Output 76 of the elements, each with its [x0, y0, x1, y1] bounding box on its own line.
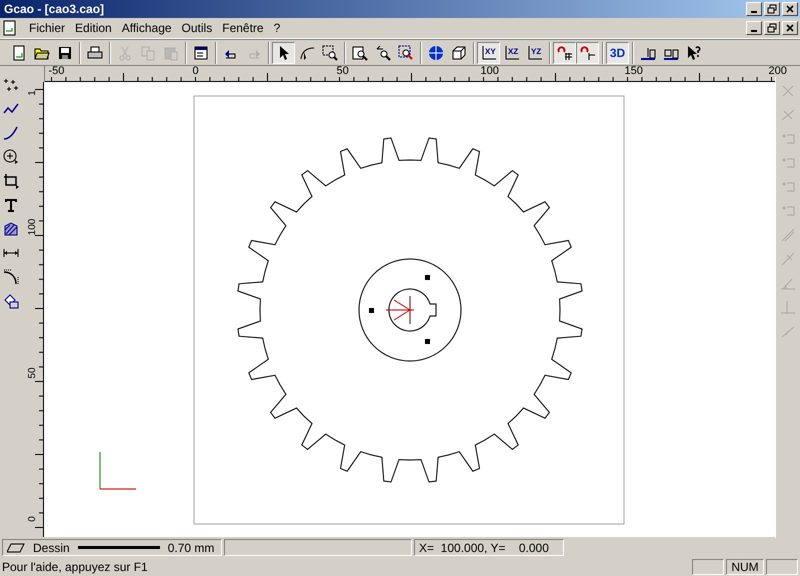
ruler-label: 0	[28, 515, 38, 524]
zoom-window-icon	[322, 44, 338, 60]
menu-item[interactable]: Affichage	[116, 21, 177, 35]
window-title: Gcao - [cao3.cao]	[4, 2, 106, 16]
axes-button[interactable]: XZ	[500, 42, 523, 64]
line-width: 0.70 mm	[168, 540, 214, 554]
close-icon	[785, 23, 795, 33]
help-text: Pour l'aide, appuyez sur F1	[2, 560, 149, 574]
minimize-button[interactable]	[746, 21, 762, 35]
constraint-icon	[780, 250, 796, 266]
ruler-label: 200	[768, 66, 787, 77]
ruler-label: 50	[28, 366, 38, 381]
globe-icon	[428, 44, 444, 60]
pointer-arrow-button[interactable]	[272, 42, 295, 64]
ruler-label: 100	[28, 218, 38, 238]
coordinates-readout: X= 100.000, Y= 0.000	[419, 540, 549, 554]
ruler-label: 1	[28, 89, 38, 98]
menu-item[interactable]: Fichier	[24, 21, 70, 35]
status-indicator: NUM	[726, 559, 764, 575]
magnet-point-button[interactable]	[576, 42, 599, 64]
constraint-icon	[780, 82, 796, 98]
ruler-label: -50	[48, 66, 64, 77]
circle-icon	[2, 148, 19, 164]
menu-item[interactable]: ?	[268, 21, 286, 35]
magnet-grid-button[interactable]	[553, 42, 576, 64]
close-button[interactable]	[782, 21, 798, 35]
3d-button[interactable]: 3D	[606, 42, 629, 64]
axes-icon	[480, 44, 496, 60]
window-icon	[192, 44, 208, 60]
copy-icon	[140, 44, 156, 60]
hatch-icon	[2, 220, 19, 236]
minimize-button[interactable]	[746, 2, 762, 16]
constraint-icon	[780, 106, 796, 122]
restore-button[interactable]	[764, 2, 780, 16]
restore-button[interactable]	[764, 21, 780, 35]
axis-indicator	[99, 452, 136, 490]
parallelogram-icon	[7, 542, 25, 552]
curve-icon	[2, 124, 19, 140]
axes-button[interactable]: XY	[477, 42, 500, 64]
magnifier-icon	[352, 44, 368, 60]
magnet-point-icon	[580, 44, 596, 60]
menu-item[interactable]: Edition	[70, 21, 117, 35]
new-document-icon	[10, 44, 26, 60]
fillet-icon	[2, 268, 19, 284]
layer-name: Dessin	[33, 540, 70, 554]
close-button[interactable]	[782, 2, 798, 16]
help-pointer-icon	[686, 44, 702, 60]
transform-icon	[2, 292, 19, 308]
curve-arrow-icon	[298, 44, 314, 60]
text-tool-icon	[2, 196, 19, 212]
clipboard-icon	[162, 44, 178, 60]
minimize-icon	[751, 30, 757, 32]
constraint-icon	[780, 226, 796, 242]
ruler-label: 100	[480, 66, 499, 77]
status-panel	[692, 559, 724, 575]
magnet-grid-icon	[556, 44, 572, 60]
cube-icon	[450, 44, 466, 60]
axes-icon	[526, 44, 542, 60]
document-icon[interactable]	[2, 20, 18, 36]
menu-item[interactable]: Fenêtre	[217, 21, 269, 35]
close-icon	[785, 4, 795, 14]
status-panel	[766, 559, 798, 575]
constraint-icon	[780, 298, 796, 314]
rectangle-icon	[2, 172, 19, 188]
axes-button[interactable]: YZ	[523, 42, 546, 64]
ruler-label: 0	[192, 66, 199, 77]
axes-icon	[504, 44, 520, 60]
minimize-icon	[751, 11, 757, 13]
ruler-label: 50	[336, 66, 349, 77]
magnifier-arrow-icon	[374, 44, 390, 60]
scissors-icon	[116, 44, 132, 60]
ruler-label: 150	[624, 66, 643, 77]
printer-icon	[86, 44, 102, 60]
points-icon	[2, 76, 19, 92]
zoom-extents-icon	[398, 44, 414, 60]
menu-item[interactable]: Outils	[176, 21, 218, 35]
